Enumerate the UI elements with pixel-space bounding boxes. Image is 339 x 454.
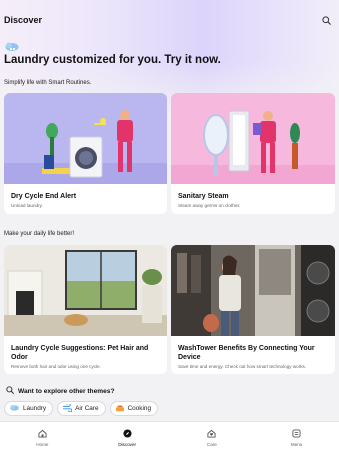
chip-laundry[interactable]: Laundry [4, 401, 54, 416]
chip-label: Laundry [23, 405, 47, 412]
cooking-icon [115, 404, 125, 414]
card-title: WashTower Benefits By Connecting Your De… [178, 345, 315, 361]
bottom-navigation: Home Discover Care Menu [0, 421, 339, 454]
card-subtitle: Unload laundry. [11, 203, 43, 208]
card-pet-hair-odor[interactable]: Laundry Cycle Suggestions: Pet Hair and … [4, 245, 167, 374]
card-illustration [4, 93, 167, 184]
nav-label: Menu [290, 442, 303, 447]
page-title: Discover [4, 15, 43, 25]
chip-air-care[interactable]: Air Care [57, 401, 106, 416]
card-title: Sanitary Steam [178, 193, 229, 200]
card-dry-cycle-end-alert[interactable]: Dry Cycle End Alert Unload laundry. [4, 93, 167, 214]
card-subtitle: Save time and energy. Check out how smar… [178, 364, 307, 369]
card-photo [4, 245, 167, 336]
card-title: Dry Cycle End Alert [11, 193, 77, 200]
card-photo [171, 245, 335, 336]
nav-label: Discover [118, 442, 137, 447]
laundry-cloud-icon [4, 40, 20, 52]
card-subtitle: Remove both hair and odor using one cycl… [11, 364, 101, 369]
compass-icon [123, 429, 132, 439]
laundry-icon [9, 404, 20, 414]
theme-chips: Laundry Air Care Cooking [4, 401, 159, 416]
section-label-routines: Simplify life with Smart Routines. [4, 80, 92, 86]
explore-prompt: Want to explore other themes? [6, 386, 114, 396]
hero-headline: Laundry customized for you. Try it now. [4, 54, 221, 66]
nav-home[interactable]: Home [0, 422, 85, 454]
top-bar: Discover [0, 0, 339, 40]
home-icon [38, 429, 47, 439]
air-care-icon [62, 402, 73, 414]
chip-label: Air Care [75, 405, 99, 412]
chip-label: Cooking [127, 405, 152, 412]
section-label-daily-life: Make your daily life better! [4, 231, 75, 237]
card-sanitary-steam[interactable]: Sanitary Steam Steam away germs on cloth… [171, 93, 335, 214]
card-illustration [171, 93, 335, 184]
card-washtower-benefits[interactable]: WashTower Benefits By Connecting Your De… [171, 245, 335, 374]
card-subtitle: Steam away germs on clothes [178, 203, 240, 208]
explore-question: Want to explore other themes? [18, 387, 115, 395]
nav-discover[interactable]: Discover [85, 422, 170, 454]
menu-icon [292, 429, 301, 439]
nav-label: Care [206, 442, 217, 447]
search-icon[interactable] [319, 13, 333, 27]
nav-label: Home [36, 442, 49, 447]
care-icon [207, 429, 216, 439]
nav-menu[interactable]: Menu [254, 422, 339, 454]
chip-cooking[interactable]: Cooking [109, 401, 159, 416]
search-icon [6, 386, 14, 396]
nav-care[interactable]: Care [170, 422, 255, 454]
card-title: Laundry Cycle Suggestions: Pet Hair and … [11, 345, 149, 361]
